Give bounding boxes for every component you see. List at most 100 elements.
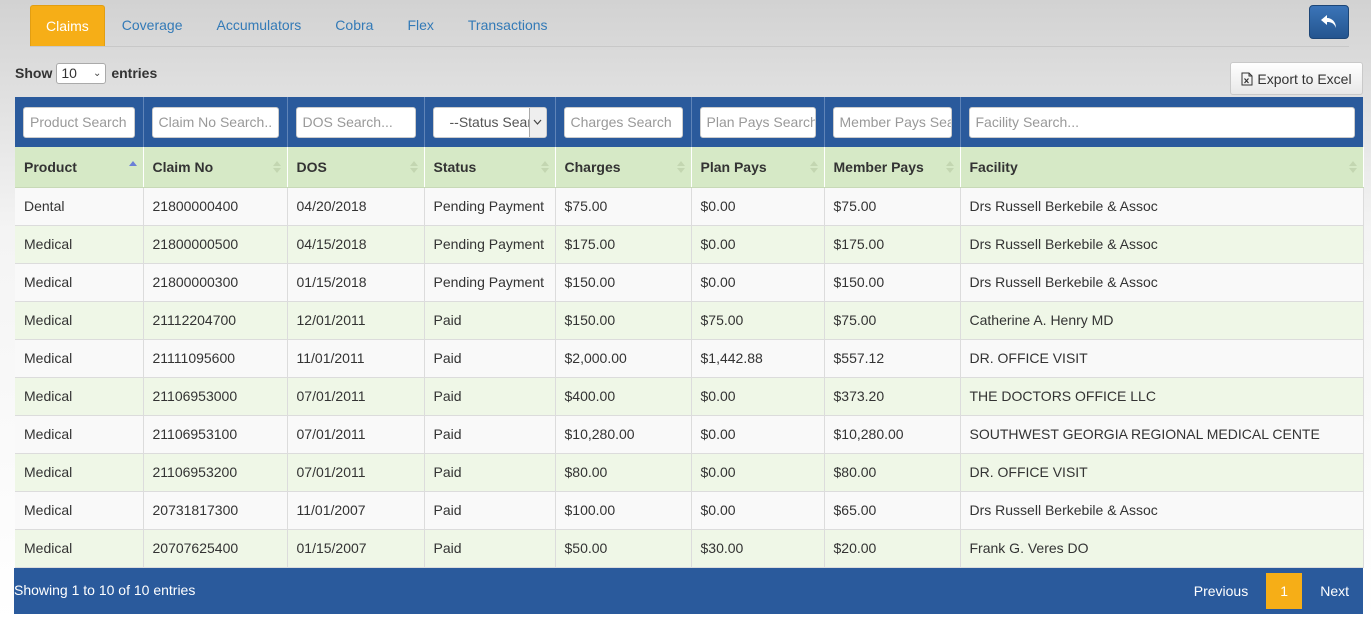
column-header-charges[interactable]: Charges xyxy=(555,147,692,188)
claim-no-cell: 21106953100 xyxy=(143,415,288,454)
entries-label: entries xyxy=(111,65,158,81)
column-header-claim-no[interactable]: Claim No xyxy=(143,147,288,188)
product-search-input[interactable]: Product Search xyxy=(23,106,135,138)
tab-flex[interactable]: Flex xyxy=(390,5,450,46)
excel-file-icon xyxy=(1241,72,1253,86)
charges-cell: $150.00 xyxy=(555,301,692,340)
tab-cobra[interactable]: Cobra xyxy=(318,5,390,46)
member-pays-cell: $75.00 xyxy=(824,301,961,340)
facility-cell: Drs Russell Berkebile & Assoc xyxy=(960,491,1364,530)
sort-asc-icon xyxy=(128,161,137,166)
column-header-status[interactable]: Status xyxy=(424,147,556,188)
dos-cell: 01/15/2007 xyxy=(287,529,425,568)
pagination: Previous 1 Next xyxy=(1180,573,1363,609)
show-label: Show xyxy=(15,65,53,81)
facility-cell: DR. OFFICE VISIT xyxy=(960,339,1364,378)
product-cell: Medical xyxy=(15,225,144,264)
product-cell: Medical xyxy=(15,415,144,454)
dos-search-input[interactable]: DOS Search... xyxy=(295,106,416,138)
column-header-row: Product Claim No DOS Status Charges Plan… xyxy=(15,147,1364,188)
table-row[interactable]: Medical 21106953000 07/01/2011 Paid $400.00 $… xyxy=(15,377,1364,416)
facility-cell: Frank G. Veres DO xyxy=(960,529,1364,568)
export-excel-button[interactable]: Export to Excel xyxy=(1230,62,1363,95)
charges-cell: $75.00 xyxy=(555,187,692,226)
member-pays-cell: $373.20 xyxy=(824,377,961,416)
table-row[interactable]: Medical 21106953200 07/01/2011 Paid $80.00 $0… xyxy=(15,453,1364,492)
plan-pays-search-input[interactable]: Plan Pays Search xyxy=(699,106,816,138)
column-header-label: Member Pays xyxy=(833,158,924,175)
status-cell: Paid xyxy=(424,339,556,378)
product-cell: Medical xyxy=(15,377,144,416)
page-1-button[interactable]: 1 xyxy=(1266,573,1303,609)
sort-arrows-icon xyxy=(272,161,281,173)
table-row[interactable]: Medical 21800000500 04/15/2018 Pending Paym… xyxy=(15,225,1364,264)
table-row[interactable]: Medical 21800000300 01/15/2018 Pending Paym… xyxy=(15,263,1364,302)
tab-bar: Claims Coverage Accumulators Cobra Flex … xyxy=(30,5,1349,47)
table-row[interactable]: Medical 21111095600 11/01/2011 Paid $2,000.0… xyxy=(15,339,1364,378)
claim-no-search-input[interactable]: Claim No Search.. xyxy=(151,106,279,138)
facility-search-input[interactable]: Facility Search... xyxy=(968,106,1355,138)
status-cell: Pending Payment xyxy=(424,263,556,302)
column-header-label: Plan Pays xyxy=(700,158,767,175)
table-row[interactable]: Dental 21800000400 04/20/2018 Pending Payme… xyxy=(15,187,1364,226)
claim-no-cell: 20731817300 xyxy=(143,491,288,530)
facility-cell: Drs Russell Berkebile & Assoc xyxy=(960,187,1364,226)
status-cell: Pending Payment xyxy=(424,187,556,226)
member-pays-search-input[interactable]: Member Pays Search xyxy=(832,106,952,138)
plan-pays-cell: $0.00 xyxy=(691,377,825,416)
charges-cell: $400.00 xyxy=(555,377,692,416)
previous-button[interactable]: Previous xyxy=(1180,573,1262,609)
dos-cell: 04/20/2018 xyxy=(287,187,425,226)
status-cell: Paid xyxy=(424,529,556,568)
entries-select[interactable]: 10 ⌄ xyxy=(56,62,107,84)
back-button[interactable] xyxy=(1309,5,1349,39)
column-header-member-pays[interactable]: Member Pays xyxy=(824,147,961,188)
status-cell: Paid xyxy=(424,491,556,530)
table-row[interactable]: Medical 20731817300 11/01/2007 Paid $100.00 $… xyxy=(15,491,1364,530)
plan-pays-cell: $0.00 xyxy=(691,263,825,302)
member-pays-cell: $20.00 xyxy=(824,529,961,568)
facility-cell: Catherine A. Henry MD xyxy=(960,301,1364,340)
next-button[interactable]: Next xyxy=(1306,573,1363,609)
member-pays-cell: $150.00 xyxy=(824,263,961,302)
tab-accumulators[interactable]: Accumulators xyxy=(199,5,318,46)
plan-pays-cell: $75.00 xyxy=(691,301,825,340)
member-pays-cell: $80.00 xyxy=(824,453,961,492)
entries-value: 10 xyxy=(61,65,77,81)
column-header-plan-pays[interactable]: Plan Pays xyxy=(691,147,825,188)
plan-pays-cell: $0.00 xyxy=(691,187,825,226)
tab-transactions[interactable]: Transactions xyxy=(451,5,565,46)
claim-no-cell: 21800000500 xyxy=(143,225,288,264)
entries-info: Showing 1 to 10 of 10 entries xyxy=(14,582,196,598)
status-cell: Paid xyxy=(424,301,556,340)
facility-cell: SOUTHWEST GEORGIA REGIONAL MEDICAL CENTE xyxy=(960,415,1364,454)
column-header-label: Charges xyxy=(564,158,621,175)
table-row[interactable]: Medical 20707625400 01/15/2007 Paid $50.00 $3… xyxy=(15,529,1364,568)
facility-cell: Drs Russell Berkebile & Assoc xyxy=(960,263,1364,302)
dos-cell: 12/01/2011 xyxy=(287,301,425,340)
member-pays-cell: $175.00 xyxy=(824,225,961,264)
chevron-down-icon xyxy=(528,107,546,137)
plan-pays-cell: $30.00 xyxy=(691,529,825,568)
status-search-select[interactable]: --Status Search-- xyxy=(432,106,547,138)
sort-arrows-icon xyxy=(540,161,549,173)
column-header-facility[interactable]: Facility xyxy=(960,147,1364,188)
column-header-label: Facility xyxy=(969,158,1018,175)
column-header-dos[interactable]: DOS xyxy=(287,147,425,188)
status-cell: Paid xyxy=(424,453,556,492)
tab-coverage[interactable]: Coverage xyxy=(105,5,200,46)
column-header-product[interactable]: Product xyxy=(15,147,144,188)
member-pays-cell: $75.00 xyxy=(824,187,961,226)
table-row[interactable]: Medical 21106953100 07/01/2011 Paid $10,280.… xyxy=(15,415,1364,454)
table-row[interactable]: Medical 21112204700 12/01/2011 Paid $150.00 $… xyxy=(15,301,1364,340)
charges-search-input[interactable]: Charges Search xyxy=(563,106,683,138)
tab-claims[interactable]: Claims xyxy=(30,5,105,46)
charges-cell: $150.00 xyxy=(555,263,692,302)
filter-row: Product Search Claim No Search.. DOS Sea… xyxy=(15,97,1363,147)
dos-cell: 04/15/2018 xyxy=(287,225,425,264)
facility-cell: THE DOCTORS OFFICE LLC xyxy=(960,377,1364,416)
facility-cell: Drs Russell Berkebile & Assoc xyxy=(960,225,1364,264)
table-body: Dental 21800000400 04/20/2018 Pending Payme… xyxy=(15,187,1364,568)
status-cell: Paid xyxy=(424,377,556,416)
table-footer: Showing 1 to 10 of 10 entries Previous 1… xyxy=(14,568,1363,614)
